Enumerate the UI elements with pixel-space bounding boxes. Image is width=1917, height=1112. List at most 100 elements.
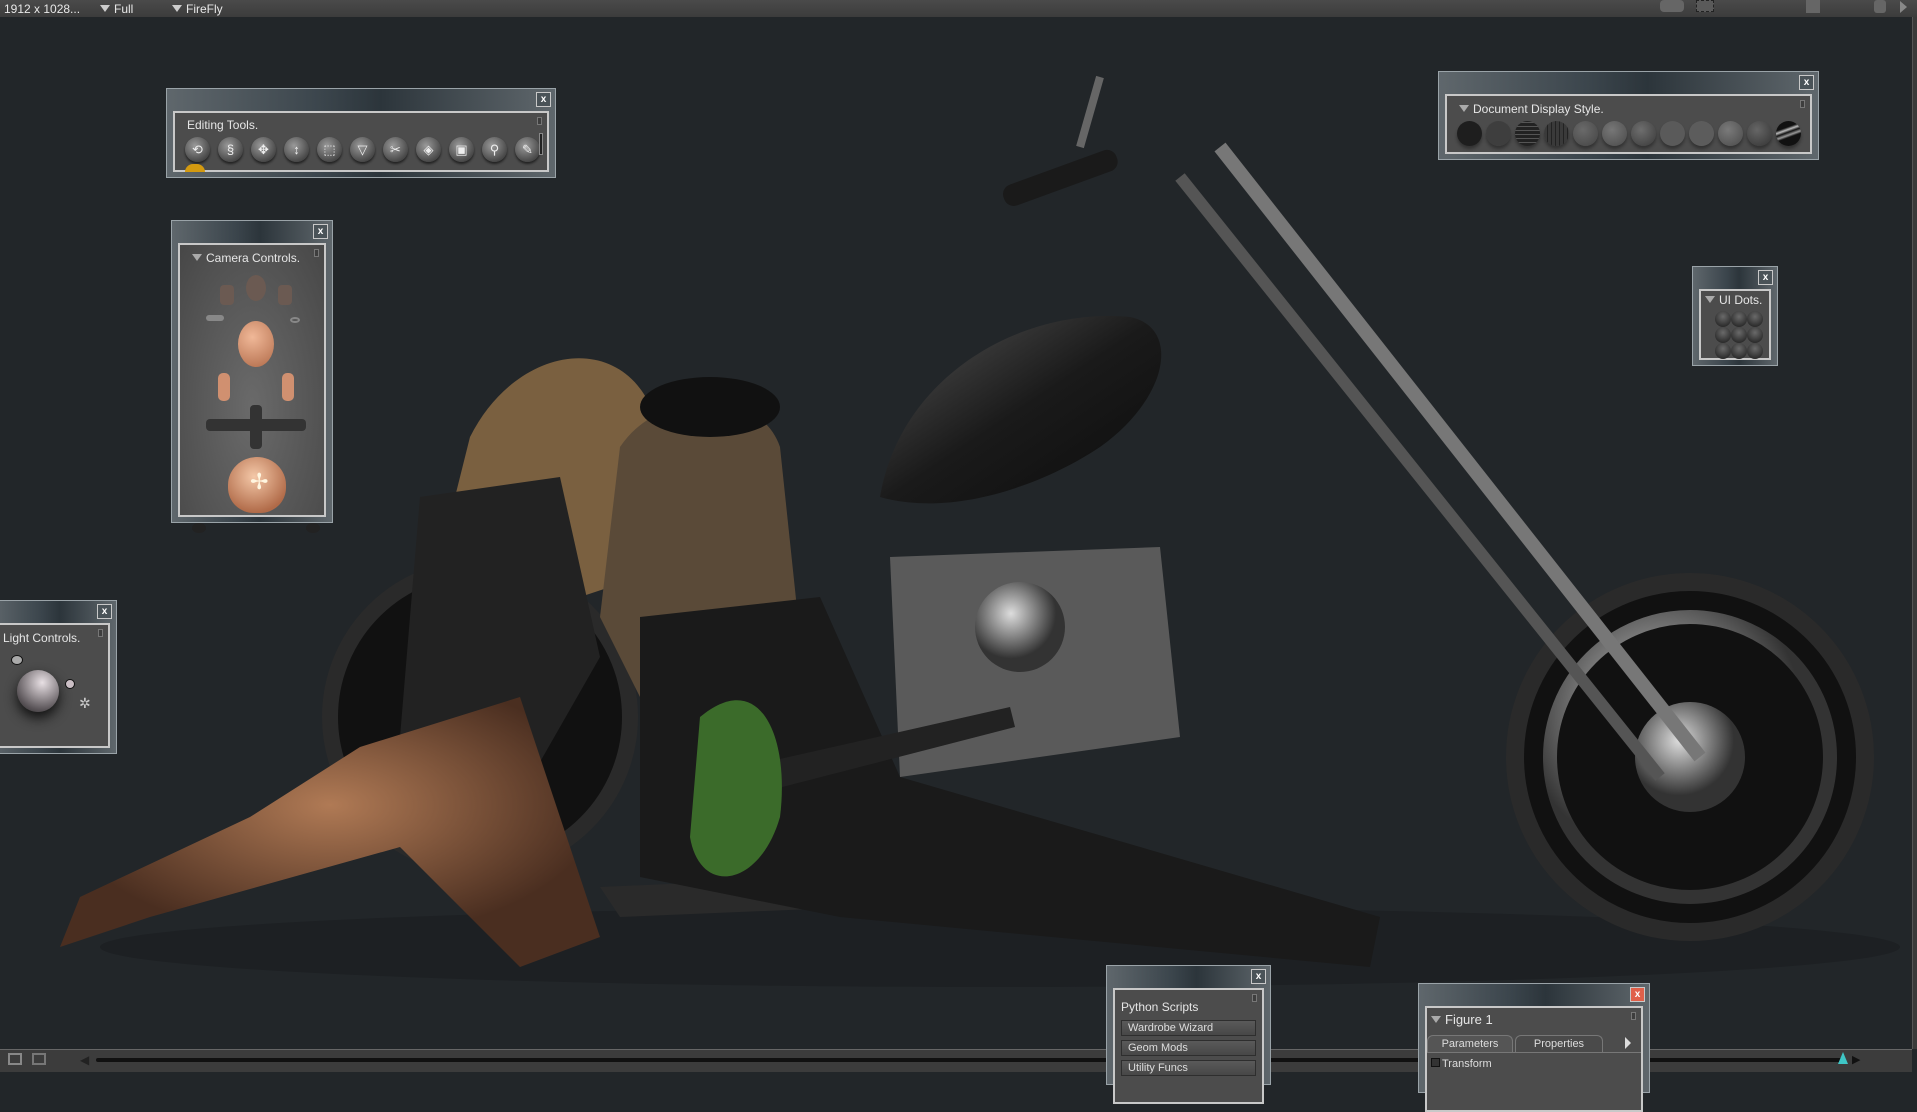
- layout-icon[interactable]: [8, 1053, 22, 1065]
- scrollbar[interactable]: [539, 133, 543, 155]
- utility-funcs-button[interactable]: Utility Funcs: [1121, 1060, 1256, 1076]
- twist-icon[interactable]: §: [218, 137, 243, 162]
- layout-alt-icon[interactable]: [32, 1053, 46, 1065]
- collapse-arrow-icon: [1459, 105, 1469, 112]
- display-style-smooth-shaded-button[interactable]: [1718, 121, 1743, 146]
- panel-title: Camera Controls.: [192, 251, 300, 265]
- display-style-row: [1457, 121, 1801, 146]
- resize-grip[interactable]: [1631, 1012, 1636, 1020]
- hand-icon[interactable]: [1874, 0, 1886, 13]
- tab-parameters[interactable]: Parameters: [1427, 1035, 1513, 1052]
- trash-icon[interactable]: [1806, 0, 1820, 13]
- close-button[interactable]: x: [1758, 270, 1773, 285]
- resize-grip[interactable]: [1252, 994, 1257, 1002]
- tab-properties[interactable]: Properties: [1515, 1035, 1603, 1052]
- resize-grip[interactable]: [1800, 100, 1805, 108]
- move-y-control[interactable]: [250, 405, 262, 449]
- panel-menu-arrow-icon[interactable]: [1625, 1037, 1631, 1049]
- display-style-cartoon-with-line-button[interactable]: [1689, 121, 1714, 146]
- preview-mode-label: Full: [114, 2, 134, 16]
- ui-dot[interactable]: [1715, 327, 1731, 343]
- display-style-lit-wireframe-button[interactable]: [1573, 121, 1598, 146]
- light-sphere-control[interactable]: [17, 670, 59, 712]
- light-icon[interactable]: [11, 655, 23, 665]
- close-button[interactable]: x: [536, 92, 551, 107]
- taper-icon[interactable]: ▽: [350, 137, 375, 162]
- face-camera-icon[interactable]: [246, 275, 266, 301]
- display-style-silhouette-button[interactable]: [1457, 121, 1482, 146]
- panel-title: Editing Tools.: [187, 118, 259, 132]
- display-style-smooth-lined-button[interactable]: [1747, 121, 1772, 146]
- ui-dot[interactable]: [1715, 311, 1731, 327]
- scale-icon[interactable]: ⬚: [317, 137, 342, 162]
- left-hand-camera-icon[interactable]: [220, 285, 234, 305]
- ui-dot[interactable]: [1731, 327, 1747, 343]
- rotate-icon[interactable]: ⟲: [185, 137, 210, 162]
- timeline-start-arrow-icon[interactable]: ◀: [80, 1053, 89, 1067]
- dropdown-arrow-icon: [100, 5, 110, 12]
- ui-dot[interactable]: [1747, 327, 1763, 343]
- display-style-outline-button[interactable]: [1486, 121, 1511, 146]
- collapse-arrow-icon: [1705, 296, 1715, 303]
- tool-row: ⟲ § ✥ ↕ ⬚ ▽ ✂ ◈ ▣ ⚲ ✎: [185, 137, 540, 162]
- compass-cross-icon: ✢: [250, 469, 269, 494]
- panel-title: Document Display Style.: [1459, 102, 1604, 116]
- display-style-flat-shaded-button[interactable]: [1602, 121, 1627, 146]
- resize-grip[interactable]: [537, 117, 542, 125]
- display-style-cartoon-button[interactable]: [1660, 121, 1685, 146]
- figure-selector[interactable]: Figure 1: [1431, 1012, 1493, 1027]
- light-handle[interactable]: [65, 679, 75, 689]
- color-icon[interactable]: ◈: [416, 137, 441, 162]
- close-button[interactable]: x: [1799, 75, 1814, 90]
- ui-dot[interactable]: [1747, 343, 1763, 359]
- flyaround-icon[interactable]: [290, 317, 300, 323]
- renderer-dropdown[interactable]: FireFly: [172, 2, 223, 16]
- morph-brush-icon[interactable]: ✎: [515, 137, 540, 162]
- right-hand-icon[interactable]: [282, 373, 294, 401]
- resize-grip[interactable]: [314, 249, 319, 257]
- display-style-texture-shaded-button[interactable]: [1776, 121, 1801, 146]
- timeline-marker[interactable]: [1838, 1052, 1848, 1064]
- expand-arrow-icon[interactable]: [1900, 1, 1907, 13]
- ui-dot[interactable]: [1731, 343, 1747, 359]
- ui-dot[interactable]: [1731, 311, 1747, 327]
- translate-in-out-icon[interactable]: ↕: [284, 137, 309, 162]
- display-style-flat-lined-button[interactable]: [1631, 121, 1656, 146]
- camera-icon[interactable]: [1660, 0, 1684, 12]
- warning-icon: [185, 164, 205, 172]
- ui-dots-grid: [1715, 311, 1763, 359]
- preview-mode-dropdown[interactable]: Full: [100, 2, 133, 16]
- close-button[interactable]: x: [1630, 987, 1645, 1002]
- wardrobe-wizard-button[interactable]: Wardrobe Wizard: [1121, 1020, 1256, 1036]
- python-scripts-panel: x Python Scripts Wardrobe Wizard Geom Mo…: [1106, 965, 1271, 1104]
- resize-grip[interactable]: [98, 629, 103, 637]
- translate-icon[interactable]: ✥: [251, 137, 276, 162]
- parameters-panel: x Figure 1 Parameters Properties Transfo…: [1418, 983, 1650, 1112]
- add-light-icon[interactable]: ✲: [79, 695, 91, 712]
- light-controls-panel: x Light Controls. ✲: [0, 600, 117, 754]
- transform-section[interactable]: Transform: [1431, 1058, 1492, 1070]
- display-style-wireframe-button[interactable]: [1515, 121, 1540, 146]
- close-button[interactable]: x: [1251, 969, 1266, 984]
- render-area-icon[interactable]: [1696, 0, 1714, 12]
- chain-break-icon[interactable]: ✂: [383, 137, 408, 162]
- viewport-scrollbar[interactable]: [1912, 17, 1917, 1049]
- camera-key-icon[interactable]: [206, 315, 224, 321]
- display-style-hidden-line-button[interactable]: [1544, 121, 1569, 146]
- view-magnifier-icon[interactable]: ⚲: [482, 137, 507, 162]
- geom-mods-button[interactable]: Geom Mods: [1121, 1040, 1256, 1056]
- main-camera-head-icon[interactable]: [238, 321, 274, 367]
- ui-dot[interactable]: [1747, 311, 1763, 327]
- right-hand-camera-icon[interactable]: [278, 285, 292, 305]
- close-button[interactable]: x: [97, 604, 112, 619]
- dropdown-arrow-icon: [172, 5, 182, 12]
- editing-tools-panel: x Editing Tools. ⟲ § ✥ ↕ ⬚ ▽ ✂ ◈ ▣ ⚲ ✎: [166, 88, 556, 178]
- close-button[interactable]: x: [313, 224, 328, 239]
- camera-rotate-icon[interactable]: [306, 523, 320, 533]
- ui-dot[interactable]: [1715, 343, 1731, 359]
- grouping-icon[interactable]: ▣: [449, 137, 474, 162]
- collapse-arrow-icon: [192, 254, 202, 261]
- camera-lens-icon[interactable]: [192, 523, 206, 533]
- timeline-end-arrow-icon[interactable]: ▶: [1852, 1053, 1860, 1066]
- left-hand-icon[interactable]: [218, 373, 230, 401]
